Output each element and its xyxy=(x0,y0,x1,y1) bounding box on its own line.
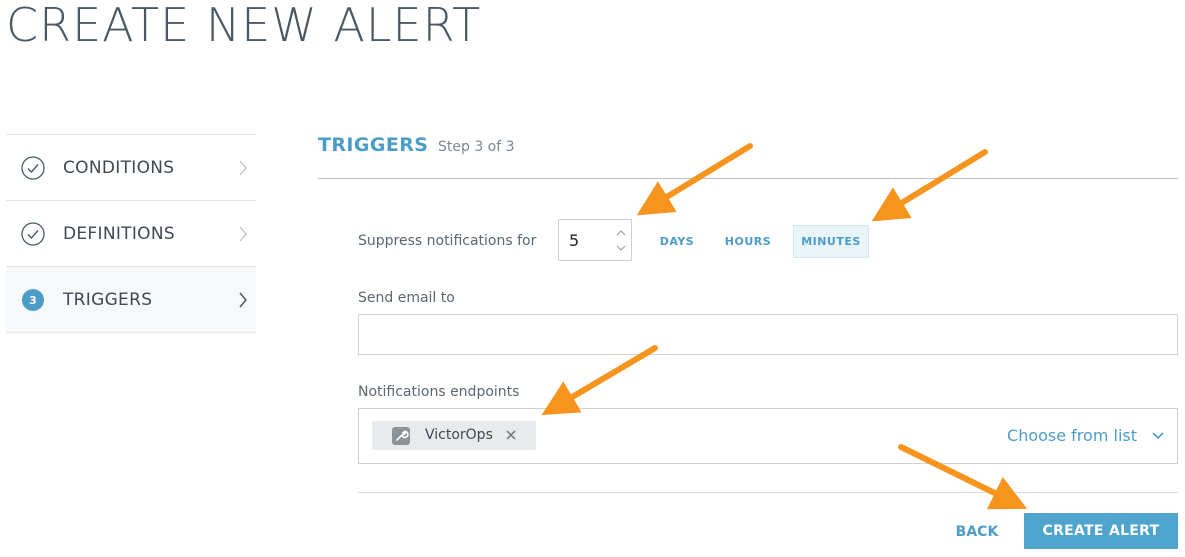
sidebar-item-label: CONDITIONS xyxy=(63,157,175,178)
chevron-down-icon[interactable] xyxy=(1151,431,1165,441)
check-circle-icon xyxy=(21,156,45,180)
divider xyxy=(358,492,1178,493)
chevron-right-icon xyxy=(239,292,247,308)
step-title: TRIGGERS xyxy=(318,134,429,156)
endpoints-select[interactable]: VictorOps Choose from list xyxy=(358,408,1178,464)
chevron-right-icon xyxy=(239,160,247,176)
wrench-icon xyxy=(392,427,410,445)
endpoint-chip: VictorOps xyxy=(372,421,536,450)
choose-from-list-dropdown[interactable]: Choose from list xyxy=(1007,426,1137,445)
unit-days-button[interactable]: DAYS xyxy=(655,225,699,258)
chevron-up-icon[interactable] xyxy=(615,228,627,238)
step-subtitle: Step 3 of 3 xyxy=(438,139,515,155)
step-number-badge: 3 xyxy=(22,289,44,311)
suppress-number-input[interactable] xyxy=(558,219,632,261)
sidebar-item-label: DEFINITIONS xyxy=(63,223,175,244)
sidebar-item-conditions[interactable]: CONDITIONS xyxy=(6,135,256,201)
close-icon[interactable] xyxy=(505,429,517,441)
chevron-right-icon xyxy=(239,226,247,242)
email-field[interactable] xyxy=(358,314,1178,355)
annotation-arrow xyxy=(871,149,988,222)
annotation-arrow xyxy=(636,143,753,216)
annotation-arrow xyxy=(541,345,658,416)
sidebar-item-label: TRIGGERS xyxy=(63,289,153,310)
unit-hours-button[interactable]: HOURS xyxy=(720,225,776,258)
sidebar-item-triggers[interactable]: 3 TRIGGERS xyxy=(6,267,256,333)
sidebar-item-definitions[interactable]: DEFINITIONS xyxy=(6,201,256,267)
page-title: CREATE NEW ALERT xyxy=(6,0,482,52)
suppress-label: Suppress notifications for xyxy=(358,233,537,249)
endpoint-chip-label: VictorOps xyxy=(425,427,493,443)
chevron-down-icon[interactable] xyxy=(615,243,627,253)
back-button[interactable]: BACK xyxy=(948,518,1006,546)
steps-sidebar: CONDITIONS DEFINITIONS 3 TRIGGERS xyxy=(6,134,256,333)
unit-minutes-button[interactable]: MINUTES xyxy=(793,225,869,258)
check-circle-icon xyxy=(21,222,45,246)
endpoints-label: Notifications endpoints xyxy=(358,384,520,400)
create-alert-button[interactable]: CREATE ALERT xyxy=(1024,513,1178,549)
divider xyxy=(318,178,1178,179)
email-label: Send email to xyxy=(358,290,455,306)
